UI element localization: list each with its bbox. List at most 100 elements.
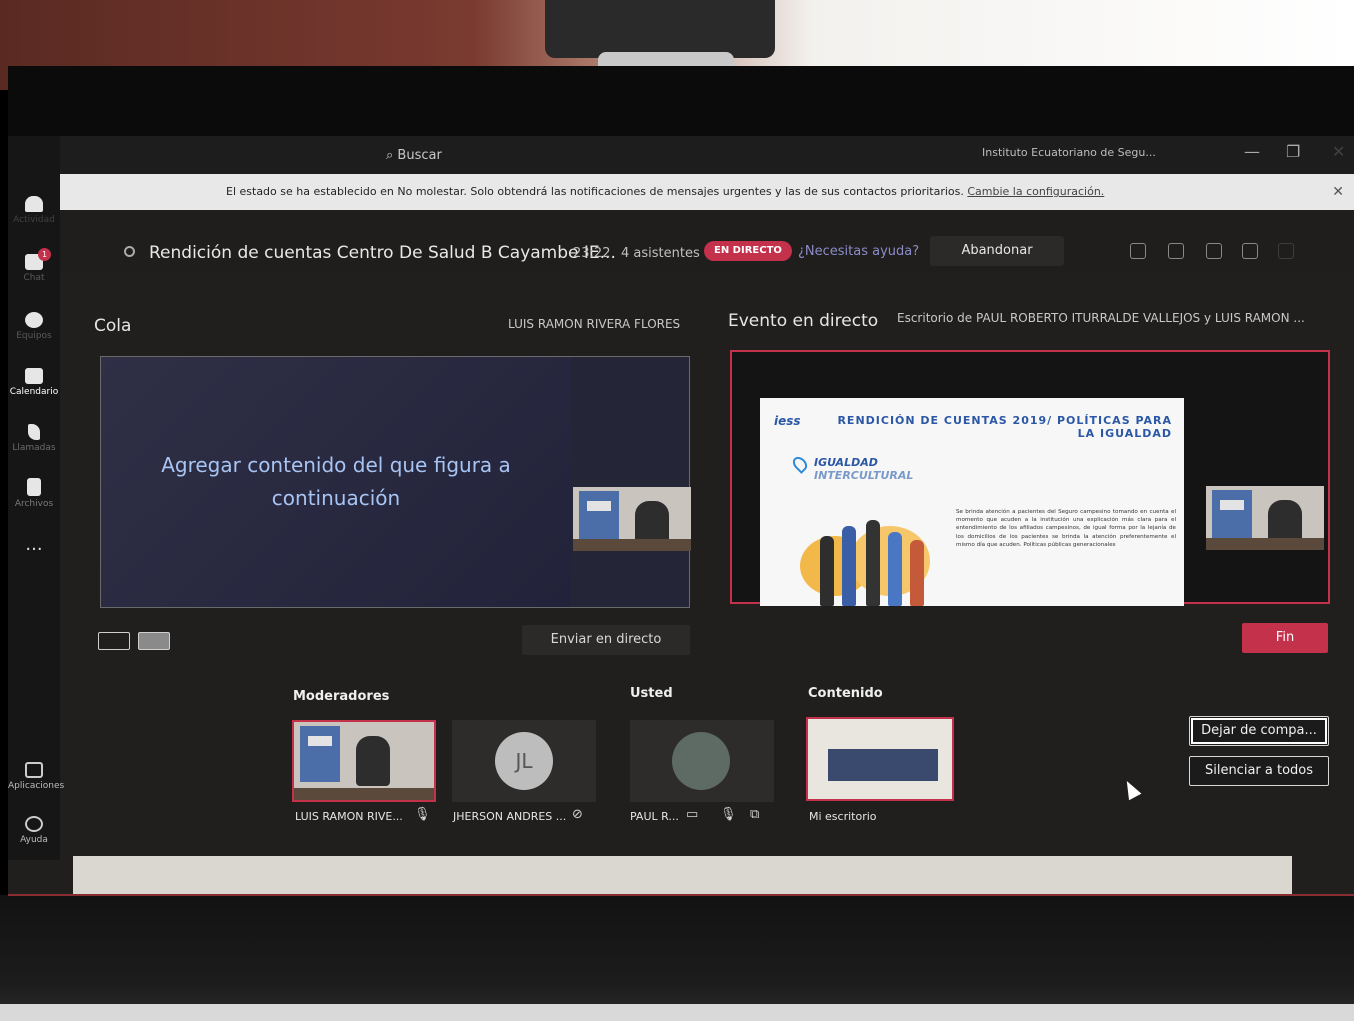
more-options-icon[interactable] — [1278, 243, 1294, 259]
figure — [842, 526, 856, 606]
you-label: Usted — [630, 686, 673, 701]
camera-off-icon[interactable]: ▭ — [686, 807, 698, 822]
moderators-label: Moderadores — [293, 689, 390, 704]
stop-sharing-button[interactable]: Dejar de compa... — [1189, 716, 1329, 746]
search-box[interactable]: ⌕ Buscar — [386, 148, 442, 163]
image-bottom-border — [0, 1004, 1354, 1021]
participant-tile-jherson[interactable]: JL — [452, 720, 596, 802]
monitor-bezel-top — [8, 66, 1354, 136]
attendee-count: 4 asistentes — [621, 246, 700, 261]
rail-item-help[interactable]: Ayuda — [8, 816, 60, 845]
chat-panel-icon[interactable] — [1206, 243, 1222, 259]
share-screen-icon[interactable]: ⧉ — [750, 807, 759, 822]
desk — [294, 788, 434, 800]
live-event-label: Evento en directo — [728, 311, 879, 331]
minimize-button[interactable]: — — [1244, 142, 1260, 161]
rail-item-files[interactable]: Archivos — [8, 478, 60, 509]
maximize-button[interactable]: ❐ — [1286, 142, 1300, 161]
bell-icon — [25, 196, 43, 212]
desk — [1206, 538, 1324, 550]
app-rail: Actividad 1 Chat Equipos Calendario Llam… — [8, 136, 64, 860]
live-camera-thumbnail[interactable] — [1206, 486, 1324, 550]
mouse-cursor-icon — [1120, 777, 1142, 801]
calendar-icon — [25, 368, 43, 384]
figure — [910, 540, 924, 606]
teams-window: Actividad 1 Chat Equipos Calendario Llam… — [8, 136, 1354, 896]
presenter-figure — [356, 736, 390, 786]
rail-item-chat[interactable]: 1 Chat — [8, 248, 60, 283]
queue-stage[interactable]: Agregar contenido del que figura a conti… — [100, 356, 691, 608]
file-icon — [27, 478, 41, 496]
avatar — [672, 732, 730, 790]
slide-body-text: Se brinda atención a pacientes del Segur… — [956, 509, 1176, 548]
end-button[interactable]: Fin — [1242, 623, 1328, 653]
live-event-source: Escritorio de PAUL ROBERTO ITURRALDE VAL… — [897, 311, 1305, 325]
queue-presenter: LUIS RAMON RIVERA FLORES — [508, 317, 681, 331]
live-event-stage[interactable]: iess RENDICIÓN DE CUENTAS 2019/ POLÍTICA… — [730, 350, 1330, 606]
send-live-button[interactable]: Enviar en directo — [522, 625, 690, 655]
participants-icon[interactable] — [1130, 243, 1146, 259]
rail-item-apps[interactable]: Aplicaciones — [8, 762, 64, 791]
leave-button[interactable]: Abandonar — [930, 236, 1064, 266]
meeting-title: Rendición de cuentas Centro De Salud B C… — [124, 243, 616, 263]
webcam-device — [545, 0, 775, 58]
queue-camera-thumbnail[interactable] — [573, 487, 691, 551]
settings-icon[interactable] — [1242, 243, 1258, 259]
participant-tile-luis[interactable] — [292, 720, 436, 802]
meeting-header: Rendición de cuentas Centro De Salud B C… — [60, 210, 1354, 272]
slide-subtitle: IGUALDAD INTERCULTURAL — [814, 456, 914, 482]
search-icon: ⌕ — [386, 148, 398, 163]
dnd-notification-bar: El estado se ha establecido en No molest… — [60, 174, 1354, 210]
mic-off-icon[interactable]: ⊘ — [572, 807, 583, 822]
bottom-bar — [73, 856, 1292, 894]
location-pin-icon — [790, 454, 810, 474]
figure — [888, 532, 902, 606]
rail-item-activity[interactable]: Actividad — [8, 196, 60, 225]
title-bar: ⌕ Buscar Instituto Ecuatoriano de Segu..… — [60, 136, 1354, 174]
desk — [573, 539, 691, 551]
content-name: Mi escritorio — [809, 810, 877, 823]
participant-tile-you[interactable] — [630, 720, 774, 802]
slide-title: RENDICIÓN DE CUENTAS 2019/ POLÍTICAS PAR… — [837, 414, 1172, 440]
queue-label: Cola — [94, 316, 132, 336]
close-window-button[interactable]: ✕ — [1332, 142, 1345, 161]
avatar: JL — [495, 732, 553, 790]
mic-icon[interactable]: 🎙 — [720, 807, 737, 822]
mute-all-button[interactable]: Silenciar a todos — [1189, 756, 1329, 786]
close-notification-icon[interactable]: ✕ — [1332, 174, 1344, 210]
more-icon[interactable]: ... — [8, 534, 60, 555]
notes-icon[interactable] — [1168, 243, 1184, 259]
phone-icon — [28, 424, 40, 440]
participant-video — [294, 722, 434, 800]
content-preview — [828, 749, 938, 781]
monitor-bezel-bottom — [0, 895, 1354, 1021]
layout-split-button[interactable] — [138, 632, 170, 650]
org-name[interactable]: Instituto Ecuatoriano de Segu... — [982, 146, 1156, 159]
rail-item-calls[interactable]: Llamadas — [8, 424, 60, 453]
rail-item-calendar[interactable]: Calendario — [8, 368, 60, 397]
participant-name: LUIS RAMON RIVE... — [295, 810, 403, 823]
help-icon — [25, 816, 43, 832]
content-tile[interactable] — [806, 717, 954, 801]
unread-badge: 1 — [38, 248, 51, 261]
figure — [866, 520, 880, 606]
live-badge: EN DIRECTO — [704, 241, 792, 261]
layout-single-button[interactable] — [98, 632, 130, 650]
rail-item-teams[interactable]: Equipos — [8, 312, 60, 341]
queue-placeholder: Agregar contenido del que figura a conti… — [101, 357, 571, 607]
teams-icon — [25, 312, 43, 328]
people-illustration — [790, 506, 940, 606]
meeting-status-icon — [124, 246, 135, 257]
help-link[interactable]: ¿Necesitas ayuda? — [798, 244, 919, 259]
health-icon[interactable] — [1092, 243, 1108, 259]
notification-text: El estado se ha establecido en No molest… — [226, 185, 964, 198]
presentation-slide: iess RENDICIÓN DE CUENTAS 2019/ POLÍTICA… — [760, 398, 1184, 606]
meeting-timer: 23:22 — [573, 246, 611, 261]
banner — [300, 726, 340, 782]
apps-icon — [25, 762, 43, 778]
change-settings-link[interactable]: Cambie la configuración. — [967, 185, 1104, 198]
content-label: Contenido — [808, 686, 883, 701]
figure — [820, 536, 834, 606]
mic-on-icon[interactable]: 🎙 — [414, 807, 431, 822]
participant-name: JHERSON ANDRES ... — [453, 810, 567, 823]
